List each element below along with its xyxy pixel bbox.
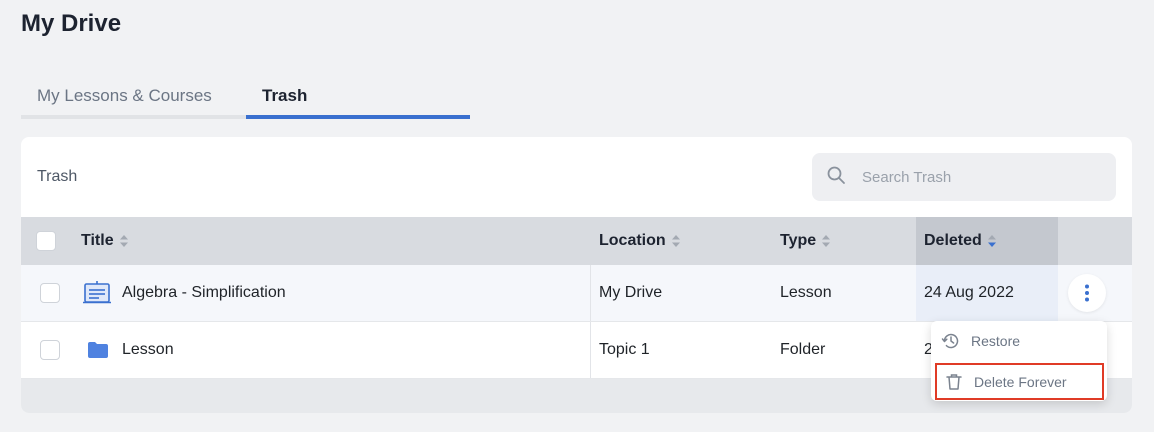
sort-descending-icon: [987, 235, 996, 247]
page-title: My Drive: [21, 10, 122, 37]
column-divider: [590, 322, 591, 378]
menu-item-delete-forever[interactable]: Delete Forever: [935, 363, 1104, 400]
column-header-label: Deleted: [924, 232, 982, 249]
row-type: Lesson: [780, 284, 832, 301]
menu-item-restore[interactable]: Restore: [931, 323, 1107, 359]
sort-icon: [671, 235, 680, 247]
select-all-checkbox[interactable]: [36, 231, 56, 251]
row-actions-button[interactable]: [1068, 274, 1106, 312]
lesson-board-icon: [83, 265, 111, 321]
column-header-type[interactable]: Type: [780, 217, 831, 265]
column-divider: [590, 265, 591, 321]
row-context-menu: Restore Delete Forever: [931, 321, 1107, 401]
row-title: Algebra - Simplification: [122, 284, 286, 301]
row-location: My Drive: [599, 284, 663, 301]
row-type: Folder: [780, 341, 826, 358]
menu-item-label: Delete Forever: [974, 373, 1067, 390]
table-header: Title Location Type Deleted: [21, 217, 1132, 265]
search-icon: [826, 165, 846, 190]
trash-icon: [944, 372, 964, 392]
tab-my-lessons-courses[interactable]: My Lessons & Courses: [21, 86, 246, 119]
column-header-label: Location: [599, 232, 666, 249]
panel-heading: Trash: [37, 168, 78, 185]
sort-icon: [119, 235, 128, 247]
column-header-label: Type: [780, 232, 817, 249]
column-header-deleted[interactable]: Deleted: [924, 217, 996, 265]
column-header-title[interactable]: Title: [81, 217, 128, 265]
table-row[interactable]: Algebra - Simplification My Drive Lesson…: [21, 265, 1132, 322]
tab-bar: My Lessons & Courses Trash: [21, 86, 470, 119]
row-title: Lesson: [122, 341, 174, 358]
menu-item-label: Restore: [971, 333, 1021, 349]
sort-icon: [822, 235, 831, 247]
more-vertical-icon: [1085, 284, 1089, 302]
row-deleted-date: 24 Aug 2022: [924, 284, 1014, 301]
search-box[interactable]: [812, 153, 1116, 201]
column-header-location[interactable]: Location: [599, 217, 680, 265]
tab-trash[interactable]: Trash: [246, 86, 470, 119]
row-checkbox[interactable]: [40, 283, 60, 303]
search-input[interactable]: [862, 168, 1092, 186]
column-header-label: Title: [81, 232, 114, 249]
restore-icon: [941, 331, 961, 351]
row-checkbox[interactable]: [40, 340, 60, 360]
row-location: Topic 1: [599, 341, 650, 358]
folder-icon: [87, 322, 109, 378]
